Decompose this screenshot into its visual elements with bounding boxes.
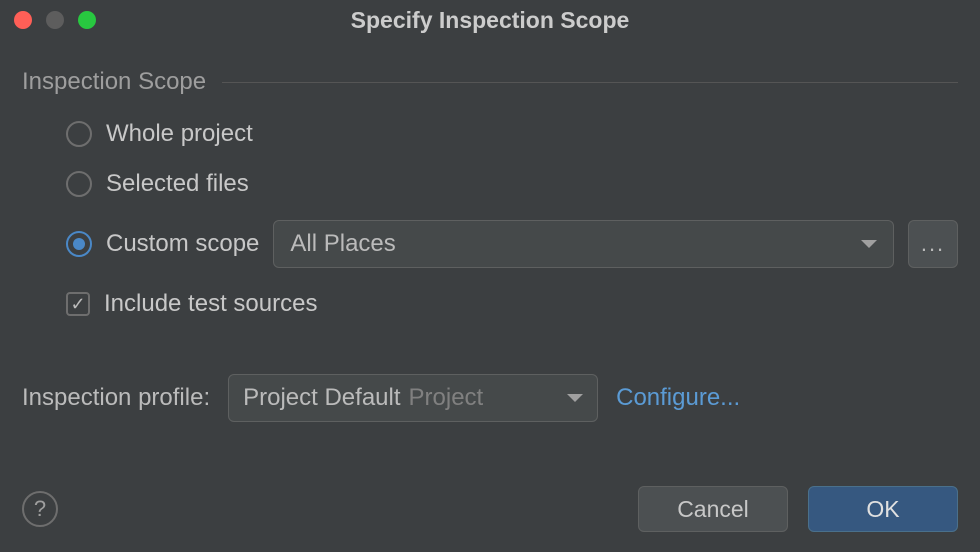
dialog-footer: ? Cancel OK bbox=[0, 480, 980, 552]
help-button[interactable]: ? bbox=[22, 491, 58, 527]
inspection-scope-options: Whole project Selected files Custom scop… bbox=[22, 120, 958, 318]
ok-button[interactable]: OK bbox=[808, 486, 958, 532]
inspection-profile-value-wrap: Project Default Project bbox=[243, 384, 483, 412]
inspection-profile-label: Inspection profile: bbox=[22, 384, 210, 412]
chevron-down-icon bbox=[567, 394, 583, 402]
radio-selected-files-label: Selected files bbox=[106, 170, 249, 198]
help-icon: ? bbox=[34, 496, 46, 522]
inspection-profile-value: Project Default bbox=[243, 384, 400, 412]
radio-custom-scope-row: Custom scope All Places ... bbox=[66, 220, 958, 268]
radio-whole-project[interactable] bbox=[66, 121, 92, 147]
radio-whole-project-label: Whole project bbox=[106, 120, 253, 148]
section-divider bbox=[222, 82, 958, 83]
radio-custom-scope[interactable] bbox=[66, 231, 92, 257]
window-title: Specify Inspection Scope bbox=[0, 7, 980, 34]
cancel-button[interactable]: Cancel bbox=[638, 486, 788, 532]
section-header: Inspection Scope bbox=[22, 68, 958, 96]
radio-selected-files[interactable] bbox=[66, 171, 92, 197]
radio-whole-project-row[interactable]: Whole project bbox=[66, 120, 958, 148]
inspection-profile-secondary: Project bbox=[409, 384, 484, 412]
zoom-window-button[interactable] bbox=[78, 11, 96, 29]
close-window-button[interactable] bbox=[14, 11, 32, 29]
inspection-profile-row: Inspection profile: Project Default Proj… bbox=[22, 374, 958, 422]
footer-buttons: Cancel OK bbox=[638, 486, 958, 532]
ok-button-label: OK bbox=[866, 496, 899, 523]
custom-scope-browse-button[interactable]: ... bbox=[908, 220, 958, 268]
dialog-content: Inspection Scope Whole project Selected … bbox=[0, 40, 980, 422]
cancel-button-label: Cancel bbox=[677, 496, 749, 523]
configure-link[interactable]: Configure... bbox=[616, 384, 740, 412]
custom-scope-select[interactable]: All Places bbox=[273, 220, 894, 268]
section-header-label: Inspection Scope bbox=[22, 68, 206, 96]
minimize-window-button[interactable] bbox=[46, 11, 64, 29]
include-tests-checkbox[interactable] bbox=[66, 292, 90, 316]
inspection-profile-select[interactable]: Project Default Project bbox=[228, 374, 598, 422]
radio-selected-files-row[interactable]: Selected files bbox=[66, 170, 958, 198]
titlebar: Specify Inspection Scope bbox=[0, 0, 980, 40]
custom-scope-value: All Places bbox=[290, 230, 395, 258]
ellipsis-icon: ... bbox=[921, 231, 945, 257]
chevron-down-icon bbox=[861, 240, 877, 248]
include-tests-label: Include test sources bbox=[104, 290, 317, 318]
traffic-lights bbox=[14, 11, 96, 29]
radio-custom-scope-label: Custom scope bbox=[106, 230, 259, 258]
include-tests-row[interactable]: Include test sources bbox=[66, 290, 958, 318]
